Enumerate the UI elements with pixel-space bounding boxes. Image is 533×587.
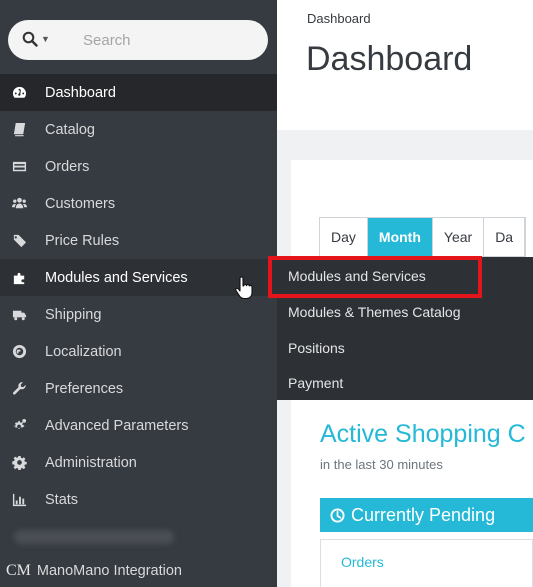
sidebar-item-shipping[interactable]: Shipping bbox=[0, 296, 277, 333]
sidebar-item-label: ManoMano Integration bbox=[36, 563, 182, 579]
sidebar-item-label: Orders bbox=[45, 158, 90, 175]
sidebar-item-dashboard[interactable]: Dashboard bbox=[0, 74, 277, 111]
clock-icon bbox=[330, 507, 345, 523]
search-input[interactable] bbox=[83, 28, 253, 52]
page-header: Dashboard Dashboard bbox=[277, 0, 533, 130]
sidebar-item-advanced-parameters[interactable]: Advanced Parameters bbox=[0, 407, 277, 444]
sidebar-item-stats[interactable]: Stats bbox=[0, 481, 277, 518]
sidebar-item-price-rules[interactable]: Price Rules bbox=[0, 222, 277, 259]
highlight-box bbox=[268, 256, 482, 298]
bar-chart-icon bbox=[10, 491, 28, 509]
sidebar-item-label: Dashboard bbox=[45, 84, 116, 101]
period-year-button[interactable]: Year bbox=[432, 218, 485, 256]
gear-icon bbox=[10, 454, 28, 472]
manomano-logo-icon: CM bbox=[6, 562, 31, 579]
orders-link[interactable]: Orders bbox=[341, 554, 384, 570]
users-icon bbox=[10, 195, 28, 213]
breadcrumb[interactable]: Dashboard bbox=[307, 11, 371, 26]
submenu-item-themes-catalog[interactable]: Modules & Themes Catalog bbox=[288, 304, 461, 320]
currently-pending-header: Currently Pending bbox=[320, 498, 533, 532]
search-icon[interactable] bbox=[22, 31, 38, 47]
truck-icon bbox=[10, 306, 28, 324]
pending-label: Currently Pending bbox=[351, 504, 496, 525]
sidebar-item-label: Catalog bbox=[45, 121, 95, 138]
sidebar-item-label: Price Rules bbox=[45, 232, 120, 249]
wrench-icon bbox=[10, 380, 28, 398]
puzzle-icon bbox=[10, 269, 28, 287]
orders-section: Orders bbox=[320, 539, 533, 587]
sidebar-item-catalog[interactable]: Catalog bbox=[0, 111, 277, 148]
submenu-item-payment[interactable]: Payment bbox=[288, 375, 343, 391]
sidebar-item-label: Customers bbox=[45, 195, 116, 212]
sidebar-item-preferences[interactable]: Preferences bbox=[0, 370, 277, 407]
sidebar-item-administration[interactable]: Administration bbox=[0, 444, 277, 481]
sidebar-item-label: Preferences bbox=[45, 380, 124, 397]
sidebar-item-label: Advanced Parameters bbox=[45, 417, 189, 434]
globe-icon bbox=[10, 343, 28, 361]
active-carts-subtitle: in the last 30 minutes bbox=[320, 457, 443, 472]
credit-card-icon bbox=[10, 158, 28, 176]
book-icon bbox=[10, 121, 28, 139]
sidebar-item-localization[interactable]: Localization bbox=[0, 333, 277, 370]
sidebar-item-manomano[interactable]: CM ManoMano Integration bbox=[6, 562, 182, 580]
active-carts-title: Active Shopping C bbox=[320, 420, 526, 448]
sidebar-item-label: Administration bbox=[45, 454, 137, 471]
page-title: Dashboard bbox=[306, 40, 473, 78]
sidebar-item-customers[interactable]: Customers bbox=[0, 185, 277, 222]
blurred-menu-item bbox=[14, 530, 174, 544]
search-box[interactable]: ▼ bbox=[8, 20, 268, 60]
sidebar-item-label: Shipping bbox=[45, 306, 102, 323]
period-more-button[interactable]: Da bbox=[484, 218, 526, 256]
sidebar-item-label: Stats bbox=[45, 491, 79, 508]
sidebar: ▼ Dashboard Catalog Orders Customers Pri… bbox=[0, 0, 277, 587]
cogs-icon bbox=[10, 417, 28, 435]
period-day-button[interactable]: Day bbox=[320, 218, 368, 256]
submenu-item-positions[interactable]: Positions bbox=[288, 340, 345, 356]
period-month-button[interactable]: Month bbox=[367, 218, 433, 256]
caret-down-icon[interactable]: ▼ bbox=[41, 34, 50, 44]
period-selector: Day Month Year Da bbox=[319, 217, 527, 257]
sidebar-item-label: Modules and Services bbox=[45, 269, 188, 286]
sidebar-item-orders[interactable]: Orders bbox=[0, 148, 277, 185]
hand-cursor-icon bbox=[235, 276, 253, 300]
tag-icon bbox=[10, 232, 28, 250]
dashboard-icon bbox=[10, 84, 28, 102]
sidebar-item-label: Localization bbox=[45, 343, 122, 360]
